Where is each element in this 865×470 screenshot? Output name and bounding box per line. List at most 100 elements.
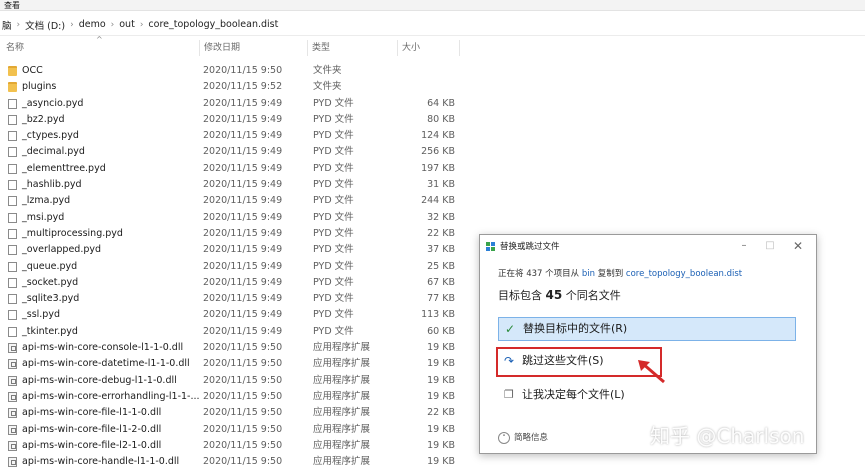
- file-date: 2020/11/15 9:49: [203, 130, 283, 142]
- file-date: 2020/11/15 9:50: [203, 423, 283, 435]
- column-header-name[interactable]: 名称: [2, 40, 200, 56]
- column-header-date[interactable]: 修改日期: [200, 40, 308, 56]
- replace-files-option[interactable]: ✓ 替换目标中的文件(R): [498, 317, 796, 341]
- file-type: 应用程序扩展: [313, 423, 371, 435]
- file-name: _sqlite3.pyd: [22, 293, 80, 305]
- file-row[interactable]: _multiprocessing.pyd 2020/11/15 9:49 PYD 文…: [0, 226, 470, 242]
- file-size: 19 KB: [427, 423, 455, 435]
- file-row[interactable]: plugins 2020/11/15 9:52 文件夹: [0, 79, 470, 95]
- file-size: 19 KB: [427, 456, 455, 468]
- file-date: 2020/11/15 9:50: [203, 358, 283, 370]
- dialog-title: 替换或跳过文件: [500, 242, 560, 252]
- file-date: 2020/11/15 9:49: [203, 113, 283, 125]
- address-bar[interactable]: 脑 › 文档 (D:) › demo › out › core_topology…: [0, 14, 865, 36]
- file-row[interactable]: _hashlib.pyd 2020/11/15 9:49 PYD 文件 31 KB: [0, 177, 470, 193]
- breadcrumb-item[interactable]: 脑: [2, 18, 12, 32]
- chevron-right-icon: ›: [16, 19, 21, 30]
- file-icon: [8, 294, 17, 305]
- breadcrumb-item[interactable]: 文档 (D:): [25, 18, 65, 32]
- file-date: 2020/11/15 9:50: [203, 390, 283, 402]
- file-type: 应用程序扩展: [313, 456, 371, 468]
- file-icon: [8, 261, 17, 272]
- file-date: 2020/11/15 9:49: [203, 146, 283, 158]
- file-date: 2020/11/15 9:49: [203, 195, 283, 207]
- file-size: 80 KB: [427, 113, 455, 125]
- column-header-size[interactable]: 大小: [398, 40, 460, 56]
- file-size: 19 KB: [427, 439, 455, 451]
- file-type: PYD 文件: [313, 195, 354, 207]
- dest-folder-link[interactable]: core_topology_boolean.dist: [626, 269, 742, 279]
- file-type: PYD 文件: [313, 211, 354, 223]
- breadcrumb-item[interactable]: demo: [79, 19, 106, 30]
- file-size: 19 KB: [427, 358, 455, 370]
- dll-file-icon: [8, 408, 17, 419]
- file-row[interactable]: api-ms-win-core-debug-l1-1-0.dll 2020/11/…: [0, 373, 470, 389]
- close-icon[interactable]: ✕: [786, 237, 810, 255]
- file-icon: [8, 147, 17, 158]
- file-name: api-ms-win-core-debug-l1-1-0.dll: [22, 374, 177, 386]
- file-row[interactable]: api-ms-win-core-handle-l1-1-0.dll 2020/11…: [0, 454, 470, 470]
- watermark: 知乎 @Charlson: [650, 424, 805, 448]
- folder-icon: [8, 66, 17, 76]
- file-row[interactable]: api-ms-win-core-file-l1-1-0.dll 2020/11/1…: [0, 405, 470, 421]
- file-row[interactable]: _ssl.pyd 2020/11/15 9:49 PYD 文件 113 KB: [0, 307, 470, 323]
- file-type: PYD 文件: [313, 293, 354, 305]
- chevron-right-icon: ›: [110, 19, 115, 30]
- file-name: _msi.pyd: [22, 211, 65, 223]
- file-row[interactable]: _sqlite3.pyd 2020/11/15 9:49 PYD 文件 77 KB: [0, 291, 470, 307]
- file-size: 32 KB: [427, 211, 455, 223]
- decide-each-file-option[interactable]: ❐ 让我决定每个文件(L): [498, 384, 796, 408]
- file-type: PYD 文件: [313, 244, 354, 256]
- breadcrumb-item[interactable]: out: [119, 19, 135, 30]
- file-row[interactable]: _ctypes.pyd 2020/11/15 9:49 PYD 文件 124 KB: [0, 128, 470, 144]
- file-row[interactable]: _overlapped.pyd 2020/11/15 9:49 PYD 文件 37 K…: [0, 242, 470, 258]
- dll-file-icon: [8, 440, 17, 451]
- dialog-titlebar: 替换或跳过文件 – □ ✕: [480, 235, 816, 259]
- folder-icon: [8, 82, 17, 93]
- file-type: PYD 文件: [313, 325, 354, 337]
- file-row[interactable]: _elementtree.pyd 2020/11/15 9:49 PYD 文件 197…: [0, 161, 470, 177]
- file-row[interactable]: _socket.pyd 2020/11/15 9:49 PYD 文件 67 KB: [0, 275, 470, 291]
- annotation-arrow: [638, 360, 665, 384]
- file-row[interactable]: _tkinter.pyd 2020/11/15 9:49 PYD 文件 60 KB: [0, 324, 470, 340]
- file-icon: [8, 131, 17, 142]
- file-size: 244 KB: [421, 195, 455, 207]
- file-row[interactable]: _lzma.pyd 2020/11/15 9:49 PYD 文件 244 KB: [0, 193, 470, 209]
- maximize-icon[interactable]: □: [758, 237, 782, 255]
- file-row[interactable]: api-ms-win-core-errorhandling-l1-1-... 20…: [0, 389, 470, 405]
- dll-file-icon: [8, 375, 17, 386]
- chevron-up-icon: ˄: [498, 431, 510, 444]
- file-name: _multiprocessing.pyd: [22, 227, 123, 239]
- file-name: api-ms-win-core-file-l1-2-0.dll: [22, 423, 162, 435]
- file-date: 2020/11/15 9:49: [203, 325, 283, 337]
- file-date: 2020/11/15 9:49: [203, 162, 283, 174]
- file-name: api-ms-win-core-file-l1-1-0.dll: [22, 407, 162, 419]
- file-row[interactable]: api-ms-win-core-file-l1-2-0.dll 2020/11/1…: [0, 422, 470, 438]
- file-list: OCC 2020/11/15 9:50 文件夹 plugins 2020/11/15 9…: [0, 63, 470, 470]
- file-row[interactable]: api-ms-win-core-datetime-l1-1-0.dll 2020/…: [0, 356, 470, 372]
- file-row[interactable]: _msi.pyd 2020/11/15 9:49 PYD 文件 32 KB: [0, 210, 470, 226]
- column-header-type[interactable]: 类型: [308, 40, 398, 56]
- file-icon: [8, 326, 17, 337]
- file-row[interactable]: _bz2.pyd 2020/11/15 9:49 PYD 文件 80 KB: [0, 112, 470, 128]
- file-row[interactable]: _decimal.pyd 2020/11/15 9:49 PYD 文件 256 KB: [0, 144, 470, 160]
- file-name: _ctypes.pyd: [22, 130, 79, 142]
- source-folder-link[interactable]: bin: [582, 269, 595, 279]
- file-date: 2020/11/15 9:49: [203, 227, 283, 239]
- file-name: _overlapped.pyd: [22, 244, 102, 256]
- file-row[interactable]: _queue.pyd 2020/11/15 9:49 PYD 文件 25 KB: [0, 259, 470, 275]
- fewer-details-toggle[interactable]: ˄ 简略信息: [498, 431, 548, 444]
- minimize-icon[interactable]: –: [732, 237, 756, 255]
- breadcrumb-item[interactable]: core_topology_boolean.dist: [148, 19, 278, 30]
- file-row[interactable]: OCC 2020/11/15 9:50 文件夹: [0, 63, 470, 79]
- file-row[interactable]: _asyncio.pyd 2020/11/15 9:49 PYD 文件 64 KB: [0, 96, 470, 112]
- file-date: 2020/11/15 9:49: [203, 97, 283, 109]
- file-date: 2020/11/15 9:50: [203, 342, 283, 354]
- file-name: _queue.pyd: [22, 260, 78, 272]
- file-row[interactable]: api-ms-win-core-file-l2-1-0.dll 2020/11/1…: [0, 438, 470, 454]
- chevron-right-icon: ›: [139, 19, 144, 30]
- file-name: _socket.pyd: [22, 276, 79, 288]
- conflict-summary: 目标包含 45 个同名文件: [498, 288, 621, 302]
- file-row[interactable]: api-ms-win-core-console-l1-1-0.dll 2020/1…: [0, 340, 470, 356]
- view-menu[interactable]: 查看: [4, 1, 20, 10]
